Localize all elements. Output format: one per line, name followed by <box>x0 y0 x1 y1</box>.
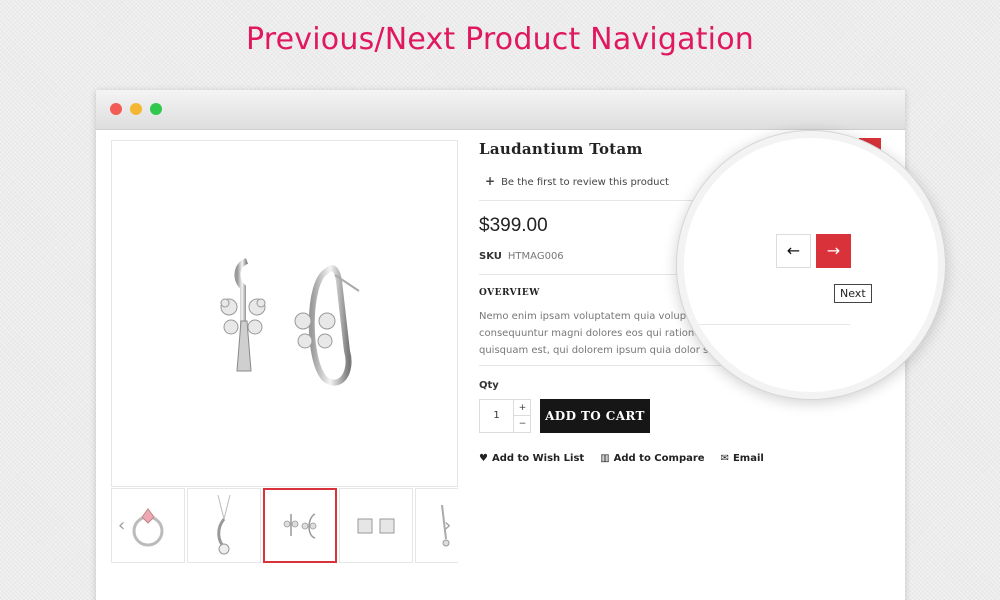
pendant-image <box>217 494 231 555</box>
thumbnail-stud-earrings[interactable] <box>339 488 413 563</box>
overview-line: consequuntur magni dolores eos qui ratio… <box>479 328 729 339</box>
thumbnail-next-icon[interactable]: › <box>444 515 451 536</box>
close-window-icon[interactable] <box>110 103 122 115</box>
add-to-cart-button[interactable]: ADD TO CART <box>540 399 650 433</box>
magnifier-callout: ← → Next <box>684 138 938 392</box>
qty-row: 1 + − ADD TO CART <box>479 399 879 433</box>
thumbnail-prev-icon[interactable]: ‹ <box>118 515 125 536</box>
thumbnail-ring[interactable]: ‹ <box>111 488 185 563</box>
product-actions: ♥ Add to Wish List ▥ Add to Compare ✉ Email <box>479 453 879 464</box>
envelope-icon: ✉ <box>720 453 729 464</box>
review-link-label: Be the first to review this product <box>501 177 669 188</box>
window-titlebar <box>96 90 905 130</box>
sku-label: SKU <box>479 251 502 262</box>
main-product-image[interactable] <box>111 140 458 487</box>
bar-chart-icon: ▥ <box>600 453 610 464</box>
quantity-stepper: 1 + − <box>479 399 531 433</box>
add-to-compare-link[interactable]: ▥ Add to Compare <box>600 453 704 464</box>
thumbnail-drop-earring[interactable]: › <box>415 488 458 563</box>
email-label: Email <box>732 453 764 464</box>
thumbnail-pendant[interactable] <box>187 488 261 563</box>
next-tooltip: Next <box>834 284 872 303</box>
overview-line: quisquam est, qui dolorem ipsum quia dol… <box>479 345 729 356</box>
divider <box>684 324 850 325</box>
sku-value: HTMAG006 <box>507 251 564 262</box>
qty-decrease-button[interactable]: − <box>513 416 531 432</box>
heart-icon: ♥ <box>479 453 488 464</box>
email-link[interactable]: ✉ Email <box>721 453 764 464</box>
qty-increase-button[interactable]: + <box>513 400 531 416</box>
add-to-wishlist-label: Add to Wish List <box>491 453 585 464</box>
butterfly-earrings-image <box>220 258 360 386</box>
add-to-compare-label: Add to Compare <box>613 453 705 464</box>
butterfly-earrings-thumb-image <box>283 513 317 539</box>
overview-text: Nemo enim ipsam voluptatem quia voluptas… <box>479 308 729 359</box>
plus-icon: + <box>485 174 496 188</box>
page-headline: Previous/Next Product Navigation <box>246 22 754 57</box>
thumbnail-butterfly-earrings[interactable] <box>263 488 337 563</box>
previous-product-button[interactable]: ← <box>776 234 811 268</box>
quantity-input[interactable]: 1 <box>480 410 513 421</box>
maximize-window-icon[interactable] <box>150 103 162 115</box>
next-product-button[interactable]: → <box>816 234 851 268</box>
add-to-wishlist-link[interactable]: ♥ Add to Wish List <box>479 453 584 464</box>
stud-earrings-image <box>357 518 395 534</box>
minimize-window-icon[interactable] <box>130 103 142 115</box>
thumbnail-strip: ‹ › <box>111 488 458 563</box>
drop-earring-image <box>441 504 450 547</box>
